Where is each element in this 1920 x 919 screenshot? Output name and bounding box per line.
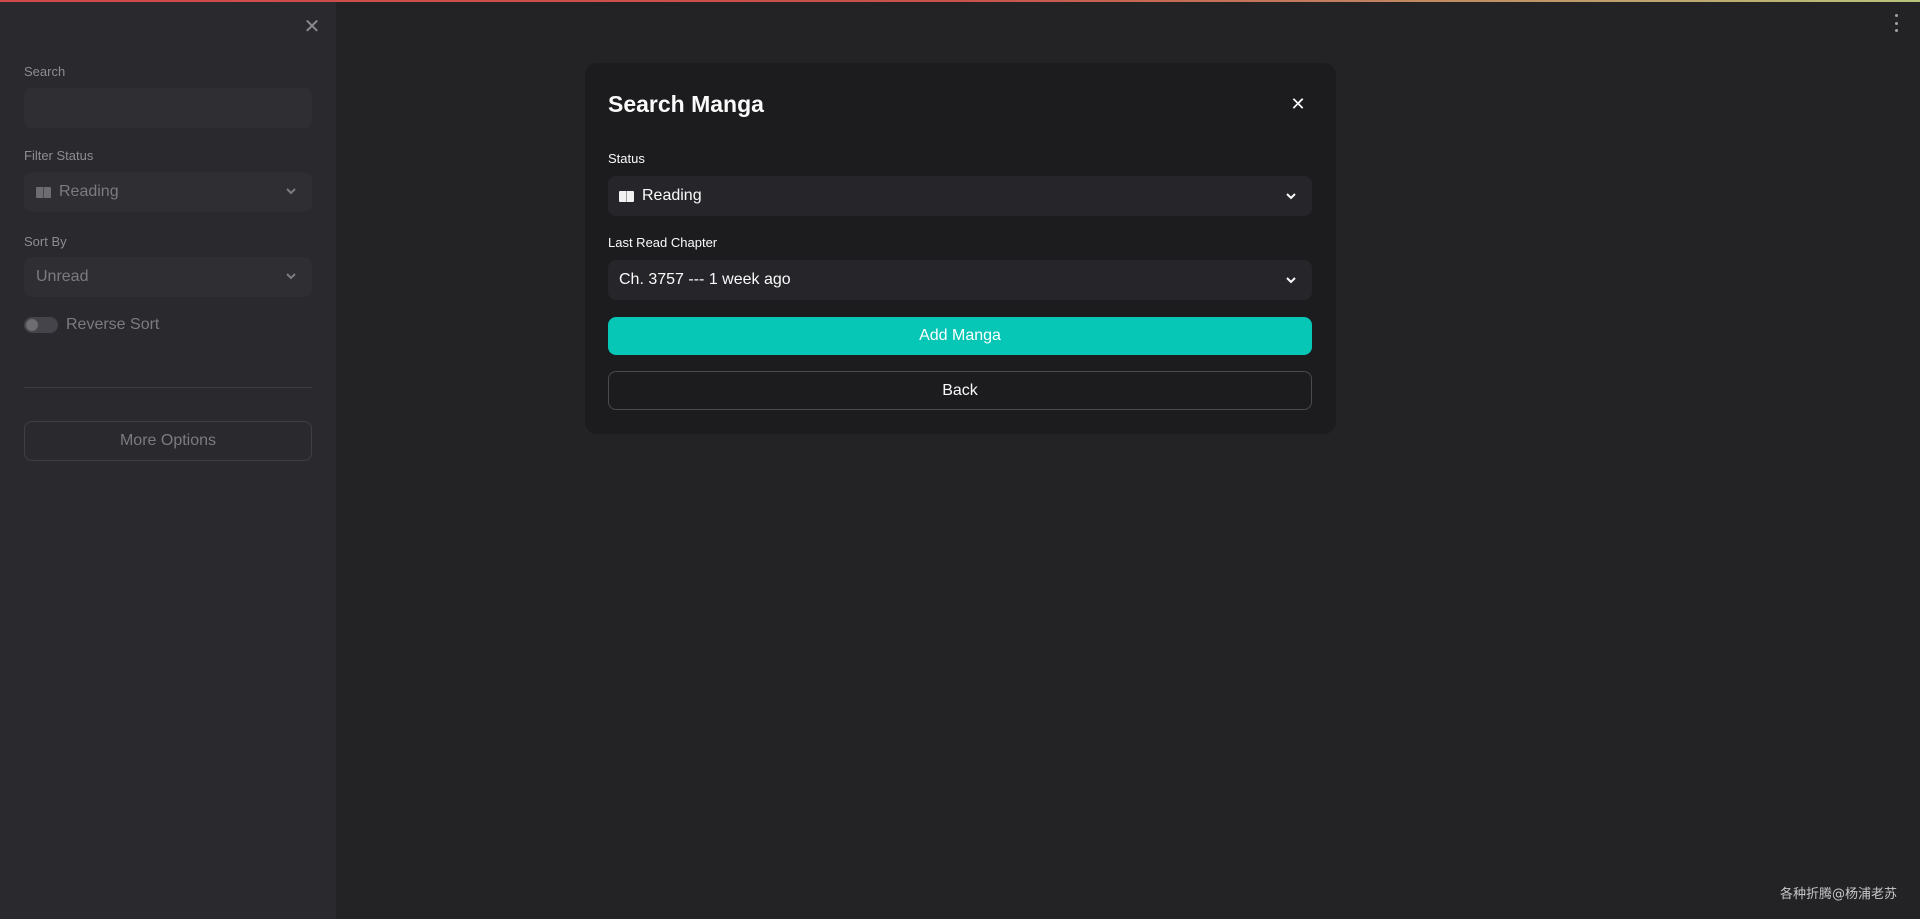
status-label: Status [608, 151, 645, 166]
search-label: Search [24, 64, 66, 79]
reverse-sort-row: Reverse Sort [24, 316, 159, 334]
back-button[interactable]: Back [608, 371, 1312, 410]
last-read-value: Ch. 3757 --- 1 week ago [619, 271, 791, 288]
reverse-sort-label: Reverse Sort [66, 316, 160, 333]
watermark-text: 各种折腾@杨浦老苏 [1780, 887, 1898, 902]
sort-by-value: Unread [36, 268, 89, 285]
sort-by-label: Sort By [24, 234, 67, 249]
sidebar-divider [24, 387, 312, 388]
kebab-menu-icon[interactable] [1892, 14, 1900, 32]
book-icon [619, 190, 634, 202]
search-manga-dialog: Search Manga ✕ Status Reading Last Read … [585, 63, 1336, 434]
chevron-down-icon [286, 273, 296, 280]
status-select[interactable]: Reading [608, 176, 1312, 216]
more-options-button[interactable]: More Options [24, 421, 312, 461]
sort-by-select[interactable]: Unread [24, 257, 312, 297]
close-icon[interactable]: ✕ [1289, 95, 1307, 113]
status-value: Reading [642, 187, 702, 204]
search-input[interactable] [24, 88, 312, 128]
sidebar-close-icon[interactable]: ✕ [302, 16, 322, 38]
filter-status-value: Reading [59, 183, 119, 200]
filter-status-select[interactable]: Reading [24, 172, 312, 212]
last-read-label: Last Read Chapter [608, 235, 718, 250]
chevron-down-icon [286, 188, 296, 195]
reverse-sort-toggle[interactable] [24, 317, 58, 333]
sidebar: ✕ Search Filter Status Reading Sort By U… [0, 2, 336, 919]
add-manga-button[interactable]: Add Manga [608, 317, 1312, 355]
toggle-knob [26, 319, 38, 331]
book-icon [36, 186, 51, 198]
chevron-down-icon [1286, 277, 1296, 284]
filter-status-label: Filter Status [24, 148, 94, 163]
last-read-chapter-select[interactable]: Ch. 3757 --- 1 week ago [608, 260, 1312, 300]
chevron-down-icon [1286, 193, 1296, 200]
dialog-title: Search Manga [608, 91, 764, 117]
